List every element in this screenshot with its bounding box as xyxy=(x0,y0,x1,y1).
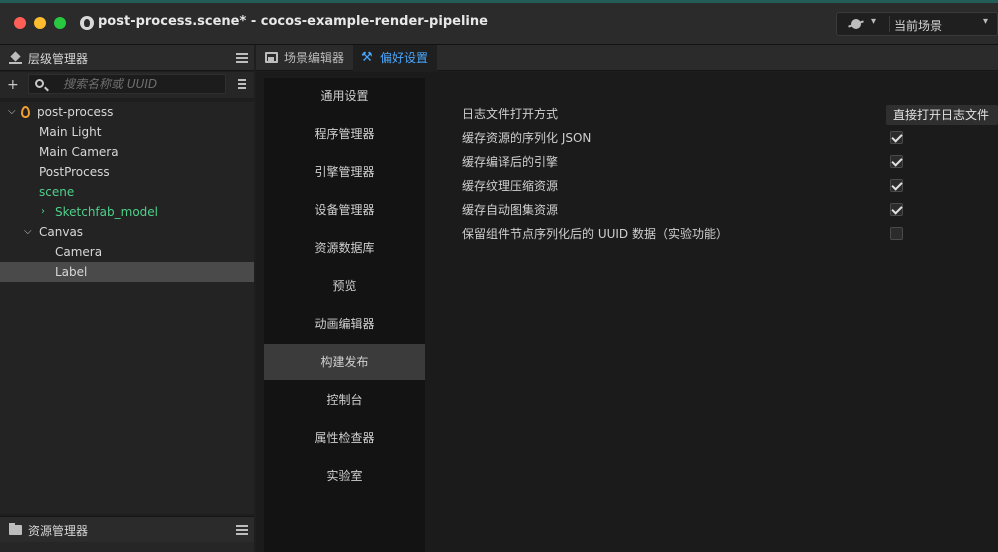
tree-node-label: Canvas xyxy=(39,225,84,239)
tree-node-camera[interactable]: Camera xyxy=(0,242,254,262)
tree-node-sketchfab-model[interactable]: › Sketchfab_model xyxy=(0,202,254,222)
nav-item-preview[interactable]: 预览 xyxy=(264,268,425,304)
sort-list-icon[interactable] xyxy=(234,79,246,90)
setting-log-file-open-mode: 日志文件打开方式 直接打开日志文件 xyxy=(462,102,998,126)
tab-label: 偏好设置 xyxy=(380,51,429,65)
cache-auto-atlas-checkbox[interactable] xyxy=(890,203,903,216)
search-icon[interactable] xyxy=(35,79,44,88)
window-title: post-process.scene* - cocos-example-rend… xyxy=(98,14,488,29)
preferences-panel: 通用设置 程序管理器 引擎管理器 设备管理器 资源数据库 预览 动画编辑器 构建… xyxy=(256,72,998,552)
cache-serialized-json-checkbox[interactable] xyxy=(890,131,903,144)
setting-label: 缓存资源的序列化 JSON xyxy=(462,131,592,145)
chevron-down-icon[interactable]: ▾ xyxy=(871,16,876,27)
tree-node-label-selected[interactable]: Label xyxy=(0,262,254,282)
scene-selector[interactable]: ▾ 当前场景 ▾ xyxy=(836,12,998,36)
preferences-nav: 通用设置 程序管理器 引擎管理器 设备管理器 资源数据库 预览 动画编辑器 构建… xyxy=(264,78,425,552)
tab-label: 场景编辑器 xyxy=(284,51,345,65)
tree-node-scene[interactable]: scene xyxy=(0,182,254,202)
tree-node-label: Main Light xyxy=(39,125,102,139)
setting-label: 缓存编译后的引擎 xyxy=(462,155,559,169)
assets-panel-title: 资源管理器 xyxy=(28,524,89,538)
tree-node-label: Main Camera xyxy=(39,145,119,159)
setting-cache-compiled-engine: 缓存编译后的引擎 xyxy=(462,150,998,174)
tree-node-post-process[interactable]: ⌵ post-process xyxy=(0,102,254,122)
scene-root-icon xyxy=(21,106,30,118)
scene-selector-value: 当前场景 xyxy=(894,19,943,33)
zoom-window-button[interactable] xyxy=(54,17,66,29)
assets-panel-header: 资源管理器 xyxy=(0,516,254,542)
tab-preferences[interactable]: ⚒ 偏好设置 xyxy=(353,45,437,71)
close-window-button[interactable] xyxy=(14,17,26,29)
minimize-window-button[interactable] xyxy=(34,17,46,29)
hierarchy-search[interactable] xyxy=(28,74,226,94)
nav-item-build-publish[interactable]: 构建发布 xyxy=(264,344,425,380)
nav-item-asset-database[interactable]: 资源数据库 xyxy=(264,230,425,266)
planet-icon xyxy=(849,18,863,30)
hierarchy-tree: ⌵ post-process Main Light Main Camera Po… xyxy=(0,102,254,514)
cache-compiled-engine-checkbox[interactable] xyxy=(890,155,903,168)
nav-item-animation-editor[interactable]: 动画编辑器 xyxy=(264,306,425,342)
title-bar: post-process.scene* - cocos-example-rend… xyxy=(0,0,998,45)
assets-menu-icon[interactable] xyxy=(236,525,248,535)
open-log-file-button[interactable]: 直接打开日志文件 xyxy=(886,105,998,125)
hierarchy-panel-title: 层级管理器 xyxy=(28,52,89,66)
tree-node-postprocess[interactable]: PostProcess xyxy=(0,162,254,182)
cocos-logo-icon xyxy=(80,16,94,30)
hierarchy-menu-icon[interactable] xyxy=(236,53,248,63)
tree-node-canvas[interactable]: ⌵ Canvas xyxy=(0,222,254,242)
setting-keep-uuid-data: 保留组件节点序列化后的 UUID 数据（实验功能） xyxy=(462,222,998,246)
collapsed-arrow-icon[interactable]: › xyxy=(41,202,45,222)
layers-icon xyxy=(9,52,22,64)
setting-label: 缓存纹理压缩资源 xyxy=(462,179,559,193)
hierarchy-toolbar: + xyxy=(0,72,254,98)
hierarchy-panel-header: 层级管理器 xyxy=(0,45,254,71)
editor-tabs: 场景编辑器 ⚒ 偏好设置 xyxy=(256,45,998,71)
tools-icon: ⚒ xyxy=(361,50,373,65)
tree-node-main-light[interactable]: Main Light xyxy=(0,122,254,142)
assets-toolbar xyxy=(0,542,254,552)
add-node-icon[interactable]: + xyxy=(7,78,19,92)
setting-cache-serialized-json: 缓存资源的序列化 JSON xyxy=(462,126,998,150)
nav-item-device-manager[interactable]: 设备管理器 xyxy=(264,192,425,228)
keep-uuid-data-checkbox[interactable] xyxy=(890,227,903,240)
nav-item-console[interactable]: 控制台 xyxy=(264,382,425,418)
folder-icon xyxy=(9,523,22,535)
setting-cache-auto-atlas: 缓存自动图集资源 xyxy=(462,198,998,222)
hierarchy-search-input[interactable] xyxy=(63,75,223,93)
tree-node-label: Sketchfab_model xyxy=(55,205,158,219)
chevron-down-icon[interactable]: ▾ xyxy=(983,16,988,27)
tree-node-label: scene xyxy=(39,185,75,199)
nav-item-inspector[interactable]: 属性检查器 xyxy=(264,420,425,456)
nav-item-laboratory[interactable]: 实验室 xyxy=(264,458,425,494)
setting-cache-texture-compression: 缓存纹理压缩资源 xyxy=(462,174,998,198)
tree-node-label: Label xyxy=(55,265,88,279)
tree-node-main-camera[interactable]: Main Camera xyxy=(0,142,254,162)
tab-scene-editor[interactable]: 场景编辑器 xyxy=(256,45,351,71)
setting-label: 缓存自动图集资源 xyxy=(462,203,559,217)
nav-item-program-manager[interactable]: 程序管理器 xyxy=(264,116,425,152)
nav-item-general[interactable]: 通用设置 xyxy=(264,78,425,114)
tree-node-label: Camera xyxy=(55,245,103,259)
tree-node-label: PostProcess xyxy=(39,165,110,179)
cache-texture-compression-checkbox[interactable] xyxy=(890,179,903,192)
expand-arrow-icon[interactable]: ⌵ xyxy=(24,222,32,242)
nav-item-engine-manager[interactable]: 引擎管理器 xyxy=(264,154,425,190)
setting-label: 保留组件节点序列化后的 UUID 数据（实验功能） xyxy=(462,227,728,241)
tree-node-label: post-process xyxy=(37,105,114,119)
image-icon xyxy=(265,52,278,63)
expand-arrow-icon[interactable]: ⌵ xyxy=(8,102,16,122)
setting-label: 日志文件打开方式 xyxy=(462,107,559,121)
divider xyxy=(889,16,890,32)
